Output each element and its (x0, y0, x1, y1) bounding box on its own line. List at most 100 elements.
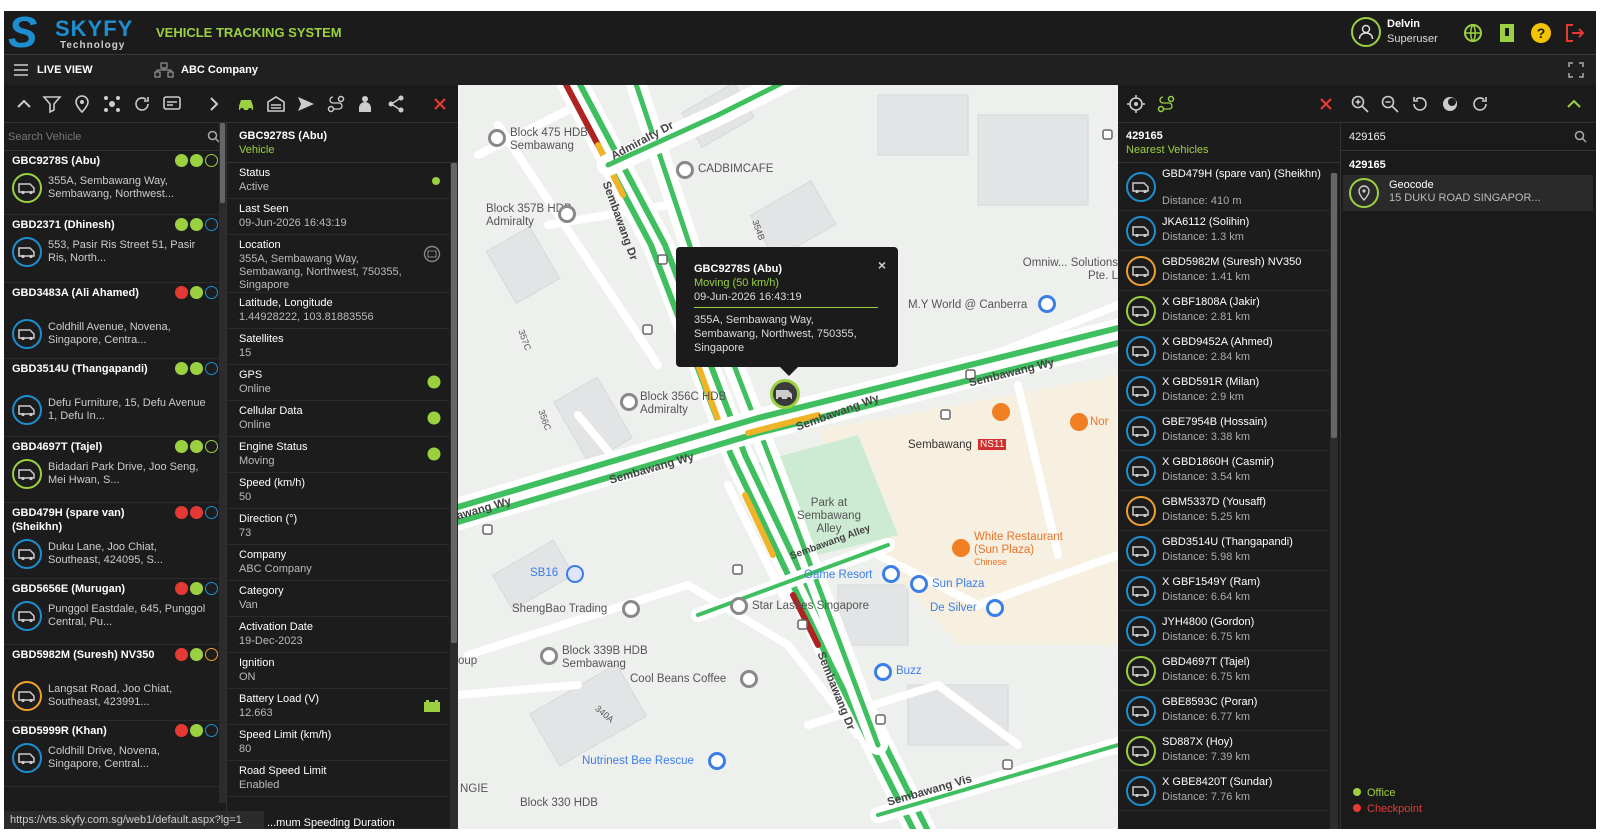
help-icon[interactable]: ? (1530, 22, 1552, 44)
filter-icon[interactable] (42, 94, 62, 114)
scroll-thumb[interactable] (220, 123, 225, 203)
nearest-vehicle-item[interactable]: JKA6112 (Solihin) Distance: 1.3 km (1118, 211, 1330, 251)
car-icon[interactable] (236, 94, 256, 114)
message-icon[interactable] (162, 94, 182, 114)
popup-title: GBC9278S (Abu) (694, 263, 783, 275)
nearest-vehicle-item[interactable]: GBD479H (spare van) (Sheikhn) Distance: 4… (1118, 163, 1330, 211)
detail-value: 50 (239, 491, 252, 503)
chevron-right-icon[interactable] (204, 94, 224, 114)
nearest-vehicle-distance: Distance: 7.76 km (1162, 791, 1251, 803)
nearest-vehicle-name: GBD4697T (Tajel) (1162, 656, 1250, 668)
van-icon (1132, 426, 1149, 438)
poi-marker[interactable] (730, 597, 748, 615)
fullscreen-icon[interactable] (1568, 62, 1584, 78)
nearest-scrollbar[interactable] (1330, 173, 1338, 829)
poi-marker[interactable] (558, 205, 576, 223)
route-icon[interactable] (326, 94, 346, 114)
crosshair-icon[interactable] (1126, 94, 1146, 114)
send-icon[interactable] (296, 94, 316, 114)
search-icon[interactable] (1574, 130, 1587, 143)
nearest-vehicle-item[interactable]: GBD3514U (Thangapandi) Distance: 5.98 km (1118, 531, 1330, 571)
poi-marker[interactable] (620, 393, 638, 411)
manual-book-icon[interactable] (1496, 22, 1518, 44)
chevron-up-icon[interactable] (1564, 94, 1584, 114)
close-icon[interactable] (1316, 94, 1336, 114)
geocode-search-value[interactable]: 429165 (1349, 131, 1386, 143)
route-plan-icon[interactable] (1156, 94, 1176, 114)
reset-icon[interactable] (1410, 94, 1430, 114)
nearest-vehicle-item[interactable]: X GBE8420T (Sundar) Distance: 7.76 km (1118, 771, 1330, 811)
scroll-thumb[interactable] (451, 163, 457, 643)
vehicle-list-item[interactable]: GBD2371 (Dhinesh) 553, Pasir Ris Street 5… (4, 215, 226, 283)
poi-marker[interactable] (540, 647, 558, 665)
globe-icon[interactable] (1462, 22, 1484, 44)
poi-marker[interactable] (882, 565, 900, 583)
garage-icon[interactable] (266, 94, 286, 114)
nearest-vehicle-item[interactable]: X GBF1808A (Jakir) Distance: 2.81 km (1118, 291, 1330, 331)
poi-marker[interactable] (1038, 295, 1056, 313)
poi-marker[interactable] (992, 403, 1010, 421)
nearest-vehicle-distance: Distance: 6.64 km (1162, 591, 1251, 603)
zoom-out-icon[interactable] (1380, 94, 1400, 114)
poi-marker[interactable] (986, 599, 1004, 617)
nearest-vehicle-item[interactable]: GBE8593C (Poran) Distance: 6.77 km (1118, 691, 1330, 731)
hamburger-menu-icon[interactable] (14, 64, 28, 76)
geocode-result-row[interactable]: Geocode 15 DUKU ROAD SINGAPOR... (1343, 175, 1593, 211)
poi-marker[interactable] (708, 752, 726, 770)
zoom-in-icon[interactable] (1350, 94, 1370, 114)
chevron-up-icon[interactable] (14, 94, 34, 114)
poi-marker[interactable] (874, 663, 892, 681)
nearest-vehicle-item[interactable]: X GBD591R (Milan) Distance: 2.9 km (1118, 371, 1330, 411)
poi-marker[interactable] (566, 565, 584, 583)
vehicle-list-item[interactable]: GBD5999R (Khan) Coldhill Drive, Novena, S… (4, 721, 226, 787)
geocode-search[interactable]: 429165 (1341, 123, 1596, 151)
live-view-label[interactable]: LIVE VIEW (37, 64, 93, 76)
detail-scrollbar[interactable] (450, 163, 458, 829)
map-view[interactable]: Block 475 HDB Sembawang Admiralty Dr CAD… (458, 85, 1118, 829)
nearest-vehicle-item[interactable]: X GBD9452A (Ahmed) Distance: 2.84 km (1118, 331, 1330, 371)
refresh-icon[interactable] (1470, 94, 1490, 114)
logout-icon[interactable] (1564, 22, 1586, 44)
nearest-vehicle-item[interactable]: GBD4697T (Tajel) Distance: 6.75 km (1118, 651, 1330, 691)
vehicle-list-item[interactable]: GBD5656E (Murugan) Punggol Eastdale, 645,… (4, 579, 226, 645)
vehicle-list-item[interactable]: GBD4697T (Tajel) Bidadari Park Drive, Joo… (4, 437, 226, 503)
poi-marker[interactable] (952, 539, 970, 557)
ignition-status-icon (175, 582, 188, 595)
nearest-vehicle-item[interactable]: GBM5337D (Yousaff) Distance: 5.25 km (1118, 491, 1330, 531)
vehicle-list-item[interactable]: GBD3483A (Ali Ahamed) Coldhill Avenue, No… (4, 283, 226, 359)
nearest-vehicle-item[interactable]: X GBD1860H (Casmir) Distance: 3.54 km (1118, 451, 1330, 491)
cluster-icon[interactable] (102, 94, 122, 114)
map-canvas[interactable] (458, 85, 1118, 829)
company-name[interactable]: ABC Company (181, 64, 258, 76)
poi-marker[interactable] (622, 600, 640, 618)
poi-marker[interactable] (488, 129, 506, 147)
poi-marker[interactable] (1070, 413, 1088, 431)
nearest-vehicle-item[interactable]: GBD5982M (Suresh) NV350 Distance: 1.41 km (1118, 251, 1330, 291)
location-pin-icon[interactable] (72, 94, 92, 114)
popup-close-icon[interactable]: × (878, 257, 886, 273)
nearest-vehicle-item[interactable]: X GBF1549Y (Ram) Distance: 6.64 km (1118, 571, 1330, 611)
driver-icon[interactable] (356, 94, 376, 114)
vehicle-list-scrollbar[interactable] (219, 123, 226, 803)
vehicle-map-marker[interactable] (770, 379, 800, 409)
vehicle-list-item[interactable]: GBD3514U (Thangapandi) Defu Furniture, 15… (4, 359, 226, 437)
user-menu[interactable]: Delvin Superuser (1351, 15, 1447, 51)
skyfy-logo[interactable]: S SKYFY Technology (8, 11, 148, 55)
vehicle-status-icons (173, 506, 218, 520)
map-label-sun-plaza: Sun Plaza (932, 578, 985, 590)
vehicle-list-item[interactable]: GBD479H (spare van) (Sheikhn) Duku Lane, … (4, 503, 226, 579)
poi-marker[interactable] (740, 670, 758, 688)
share-icon[interactable] (386, 94, 406, 114)
vehicle-list-item[interactable]: GBD5982M (Suresh) NV350 Langsat Road, Joo… (4, 645, 226, 721)
scroll-thumb[interactable] (1331, 173, 1337, 438)
search-vehicle-input[interactable] (8, 127, 198, 147)
layers-icon[interactable] (1440, 94, 1460, 114)
nearest-vehicle-item[interactable]: SD887X (Hoy) Distance: 7.39 km (1118, 731, 1330, 771)
poi-marker[interactable] (910, 575, 928, 593)
nearest-vehicle-item[interactable]: GBE7954B (Hossain) Distance: 3.38 km (1118, 411, 1330, 451)
close-icon[interactable] (430, 94, 450, 114)
vehicle-list-item[interactable]: GBC9278S (Abu) 355A, Sembawang Way, Semba… (4, 151, 226, 215)
nearest-vehicle-item[interactable]: JYH4800 (Gordon) Distance: 6.75 km (1118, 611, 1330, 651)
poi-marker[interactable] (676, 161, 694, 179)
refresh-icon[interactable] (132, 94, 152, 114)
